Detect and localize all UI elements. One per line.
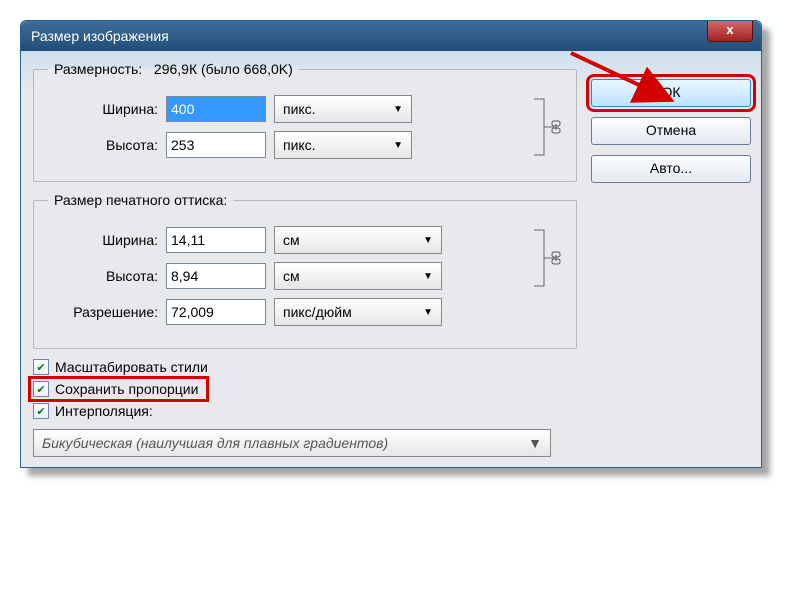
interpolation-value: Бикубическая (наилучшая для плавных град…: [42, 435, 388, 451]
print-width-input[interactable]: [166, 227, 266, 253]
height-label: Высота:: [48, 137, 158, 153]
checkbox-checked-icon: ✔: [33, 403, 49, 419]
ok-button[interactable]: ОК: [591, 79, 751, 107]
interpolation-checkbox[interactable]: ✔ Интерполяция:: [33, 403, 579, 419]
chevron-down-icon: ▼: [393, 104, 403, 115]
close-button[interactable]: x: [707, 21, 753, 42]
constrain-proportions-checkbox[interactable]: ✔ Сохранить пропорции: [33, 381, 204, 397]
scale-styles-checkbox[interactable]: ✔ Масштабировать стили: [33, 359, 579, 375]
link-icon: [550, 251, 562, 265]
print-size-legend: Размер печатного оттиска:: [48, 192, 233, 208]
width-unit-value: пикс.: [283, 101, 316, 117]
window-title: Размер изображения: [31, 28, 169, 44]
resolution-unit-value: пикс/дюйм: [283, 304, 352, 320]
link-icon: [550, 120, 562, 134]
chevron-down-icon: ▼: [423, 307, 433, 318]
width-unit-select[interactable]: пикс. ▼: [274, 95, 412, 123]
print-size-group: Размер печатного оттиска: Ширина: см ▼: [33, 192, 577, 349]
auto-button[interactable]: Авто...: [591, 155, 751, 183]
pixel-dimensions-label: Размерность:: [54, 61, 142, 77]
resolution-unit-select[interactable]: пикс/дюйм ▼: [274, 298, 442, 326]
pixel-dimensions-legend: Размерность: 296,9К (было 668,0K): [48, 61, 299, 77]
width-input[interactable]: [166, 96, 266, 122]
pixel-dimensions-group: Размерность: 296,9К (было 668,0K) Ширина…: [33, 61, 577, 182]
print-width-label: Ширина:: [48, 232, 158, 248]
print-height-unit-value: см: [283, 268, 300, 284]
cancel-button[interactable]: Отмена: [591, 117, 751, 145]
interpolation-label: Интерполяция:: [55, 403, 153, 419]
checkbox-checked-icon: ✔: [33, 381, 49, 397]
chevron-down-icon: ▼: [423, 235, 433, 246]
print-height-unit-select[interactable]: см ▼: [274, 262, 442, 290]
height-unit-value: пикс.: [283, 137, 316, 153]
resolution-label: Разрешение:: [48, 304, 158, 320]
height-unit-select[interactable]: пикс. ▼: [274, 131, 412, 159]
width-label: Ширина:: [48, 101, 158, 117]
print-height-label: Высота:: [48, 268, 158, 284]
height-input[interactable]: [166, 132, 266, 158]
link-bracket: [532, 87, 562, 167]
link-bracket-print: [532, 218, 562, 334]
chevron-down-icon: ▼: [423, 271, 433, 282]
pixel-dimensions-summary: 296,9К (было 668,0K): [154, 61, 293, 77]
image-size-dialog: Размер изображения x Размерность: 296,9К…: [20, 20, 762, 468]
print-width-unit-value: см: [283, 232, 300, 248]
chevron-down-icon: ▼: [528, 435, 542, 451]
checkbox-checked-icon: ✔: [33, 359, 49, 375]
chevron-down-icon: ▼: [393, 140, 403, 151]
resolution-input[interactable]: [166, 299, 266, 325]
interpolation-select[interactable]: Бикубическая (наилучшая для плавных град…: [33, 429, 551, 457]
print-height-input[interactable]: [166, 263, 266, 289]
constrain-proportions-label: Сохранить пропорции: [55, 381, 198, 397]
print-width-unit-select[interactable]: см ▼: [274, 226, 442, 254]
titlebar[interactable]: Размер изображения x: [21, 21, 761, 51]
scale-styles-label: Масштабировать стили: [55, 359, 208, 375]
